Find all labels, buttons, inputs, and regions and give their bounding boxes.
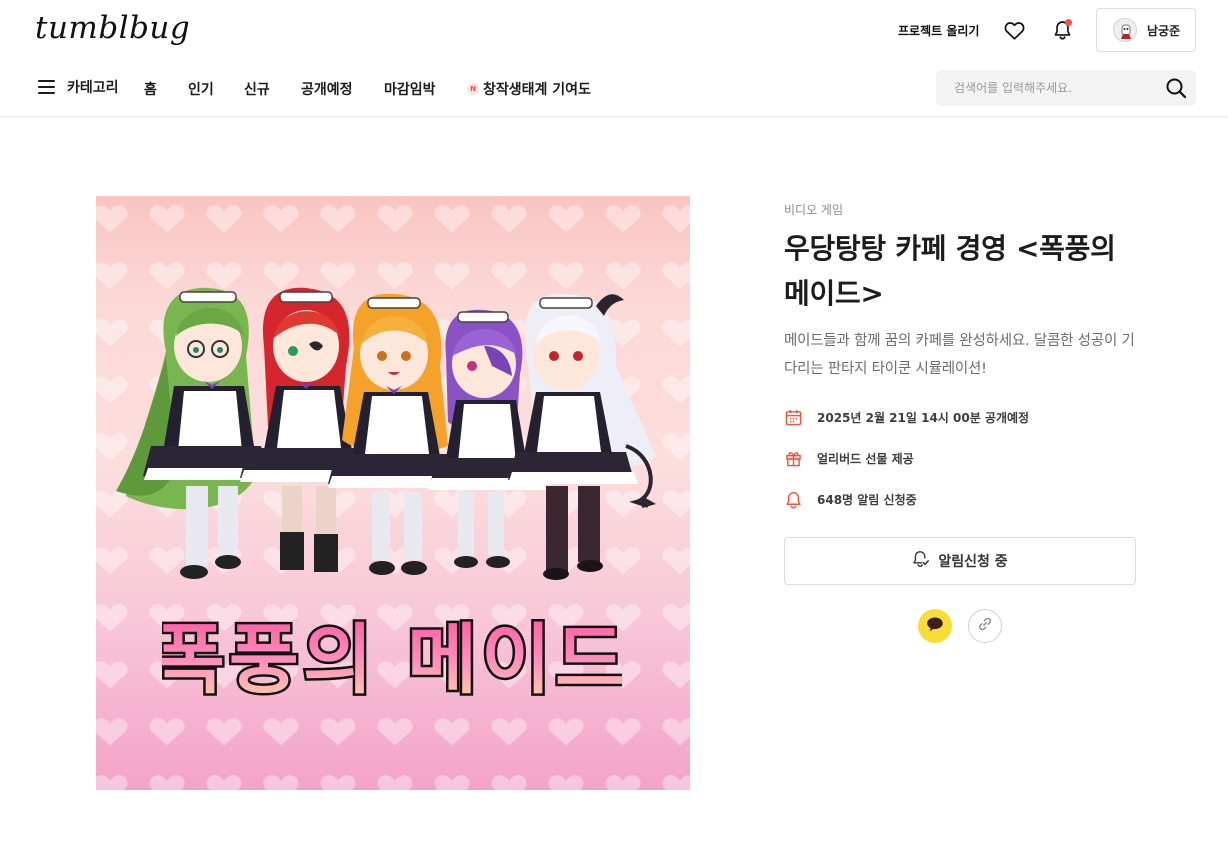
- nav-item-ending-soon[interactable]: 마감임박: [384, 79, 436, 99]
- user-name: 남궁준: [1147, 23, 1181, 38]
- category-nav: 카테고리 홈 인기 신규 공개예정 마감임박 N 창작생태계 기여도: [0, 64, 1228, 117]
- gift-icon: [784, 449, 803, 468]
- heart-icon[interactable]: [1002, 18, 1026, 42]
- nav-item-popular[interactable]: 인기: [188, 79, 214, 99]
- category-menu-button[interactable]: 카테고리: [38, 77, 119, 97]
- nav-item-contribution-label: 창작생태계 기여도: [483, 82, 591, 98]
- bell-outline-icon: [784, 490, 803, 509]
- copy-link-button[interactable]: [968, 609, 1002, 643]
- category-label: 카테고리: [67, 80, 119, 96]
- subscriber-count-text: 648명 알림 신청중: [817, 493, 917, 507]
- launch-date-text: 2025년 2월 21일 14시 00분 공개예정: [817, 411, 1030, 425]
- notify-button[interactable]: 알림신청 중: [784, 537, 1136, 585]
- hamburger-icon: [38, 80, 55, 94]
- project-cover-image: 폭풍의 메이드: [96, 196, 690, 790]
- nav-item-contribution[interactable]: N 창작생태계 기여도: [467, 79, 591, 99]
- nav-item-new[interactable]: 신규: [244, 79, 270, 99]
- new-badge: N: [467, 83, 479, 95]
- top-header: tumblbug 프로젝트 올리기 남궁준: [0, 0, 1228, 64]
- search-icon[interactable]: [1165, 77, 1187, 99]
- avatar: [1113, 18, 1137, 42]
- subscriber-row: 648명 알림 신청중: [784, 490, 917, 509]
- calendar-icon: [784, 408, 803, 427]
- project-title: 우당탕탕 카페 경영 <폭풍의 메이드>: [784, 232, 1116, 310]
- hero-title-text: 폭풍의 메이드: [162, 615, 622, 704]
- nav-item-home[interactable]: 홈: [144, 79, 157, 99]
- tumblbug-logo[interactable]: tumblbug: [35, 10, 190, 46]
- notify-button-label: 알림신청 중: [938, 554, 1008, 570]
- gift-row: 얼리버드 선물 제공: [784, 449, 914, 468]
- project-description: 메이드들과 함께 꿈의 카페를 완성하세요. 달콤한 성공이 기다리는 판타지 …: [784, 333, 1135, 377]
- nav-item-upcoming[interactable]: 공개예정: [301, 79, 353, 99]
- gift-text: 얼리버드 선물 제공: [817, 452, 914, 466]
- upload-project-link[interactable]: 프로젝트 올리기: [898, 22, 979, 39]
- notification-dot: [1065, 19, 1072, 26]
- kakao-share-button[interactable]: [918, 609, 952, 643]
- project-category[interactable]: 비디오 게임: [784, 201, 843, 218]
- hero-title-logo: 폭풍의 메이드: [162, 613, 622, 707]
- link-icon: [977, 616, 993, 636]
- speech-bubble-icon: [926, 616, 944, 636]
- bell-icon[interactable]: [1050, 18, 1074, 42]
- launch-date-row: 2025년 2월 21일 14시 00분 공개예정: [784, 408, 1029, 427]
- search-input[interactable]: [936, 70, 1156, 106]
- user-profile-button[interactable]: 남궁준: [1096, 8, 1196, 52]
- bell-check-icon: [912, 550, 930, 572]
- search-box: [936, 70, 1196, 106]
